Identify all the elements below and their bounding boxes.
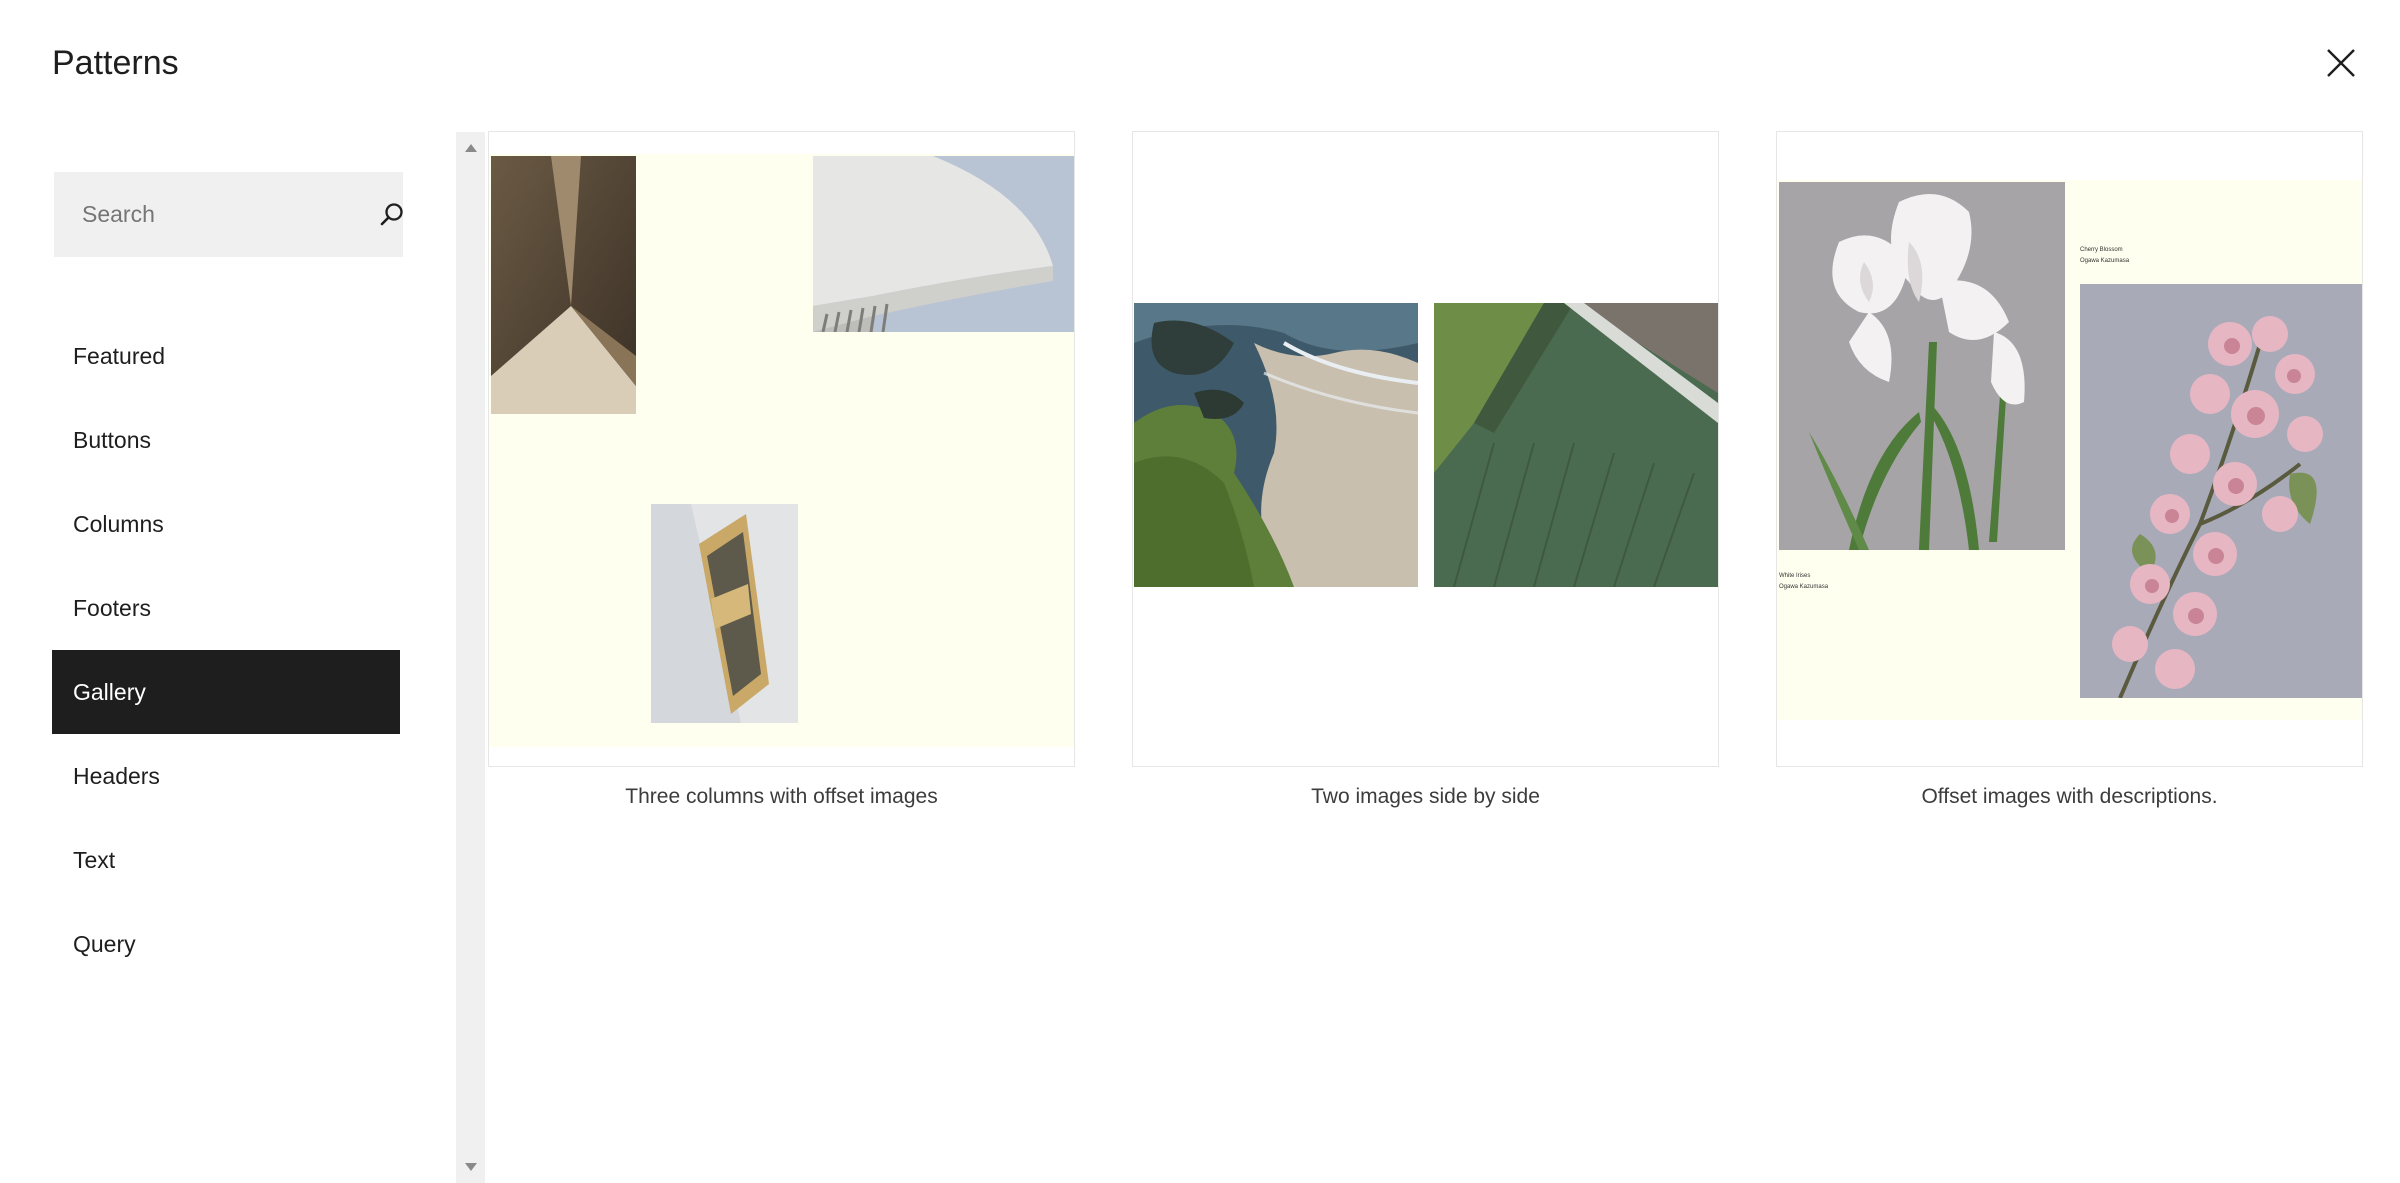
- scroll-down-arrow[interactable]: [456, 1155, 485, 1179]
- search-box: [54, 172, 403, 257]
- pattern-preview[interactable]: Cherry Blossom Ogawa Kazumasa White Iris…: [1776, 131, 2363, 767]
- triangle-down-icon: [464, 1163, 477, 1171]
- pattern-card-three-columns[interactable]: Three columns with offset images: [488, 131, 1075, 809]
- scroll-up-arrow[interactable]: [456, 136, 485, 160]
- pattern-card-two-images[interactable]: Two images side by side: [1132, 131, 1719, 809]
- pattern-caption: Offset images with descriptions.: [1921, 785, 2218, 808]
- category-item-columns[interactable]: Columns: [52, 482, 400, 566]
- image-caption-title: Cherry Blossom: [2080, 247, 2123, 253]
- image-caption-author: Ogawa Kazumasa: [2080, 258, 2130, 264]
- gallery-image-white-building: [813, 156, 1074, 332]
- image-caption-title: White Irises: [1779, 573, 1811, 579]
- category-item-gallery[interactable]: Gallery: [52, 650, 400, 734]
- category-list: Featured Buttons Columns Footers Gallery…: [52, 314, 400, 986]
- image-caption-bottom: White Irises Ogawa Kazumasa: [1779, 571, 1828, 593]
- pattern-preview[interactable]: [1132, 131, 1719, 767]
- gallery-image-field: [1434, 303, 1718, 587]
- pattern-preview[interactable]: [488, 131, 1075, 767]
- category-item-query[interactable]: Query: [52, 902, 400, 986]
- gallery-image-concrete: [491, 156, 636, 414]
- image-caption-author: Ogawa Kazumasa: [1779, 584, 1829, 590]
- pattern-card-offset-descriptions[interactable]: Cherry Blossom Ogawa Kazumasa White Iris…: [1776, 131, 2363, 809]
- triangle-up-icon: [464, 144, 477, 152]
- image-caption-top: Cherry Blossom Ogawa Kazumasa: [2080, 245, 2129, 267]
- gallery-image-cherry-blossom: [2080, 284, 2362, 698]
- search-input[interactable]: [82, 201, 378, 228]
- gallery-image-window: [651, 504, 798, 723]
- search-icon[interactable]: [378, 199, 406, 231]
- modal-title: Patterns: [52, 44, 179, 82]
- category-item-buttons[interactable]: Buttons: [52, 398, 400, 482]
- gallery-image-coast: [1134, 303, 1418, 587]
- pattern-caption: Three columns with offset images: [625, 785, 938, 808]
- gallery-image-white-irises: [1779, 182, 2065, 550]
- pattern-caption: Two images side by side: [1311, 785, 1540, 808]
- scrollbar[interactable]: [456, 132, 485, 1183]
- category-item-featured[interactable]: Featured: [52, 314, 400, 398]
- category-item-headers[interactable]: Headers: [52, 734, 400, 818]
- close-button[interactable]: [2318, 40, 2364, 86]
- category-item-text[interactable]: Text: [52, 818, 400, 902]
- close-icon: [2327, 49, 2355, 77]
- category-item-footers[interactable]: Footers: [52, 566, 400, 650]
